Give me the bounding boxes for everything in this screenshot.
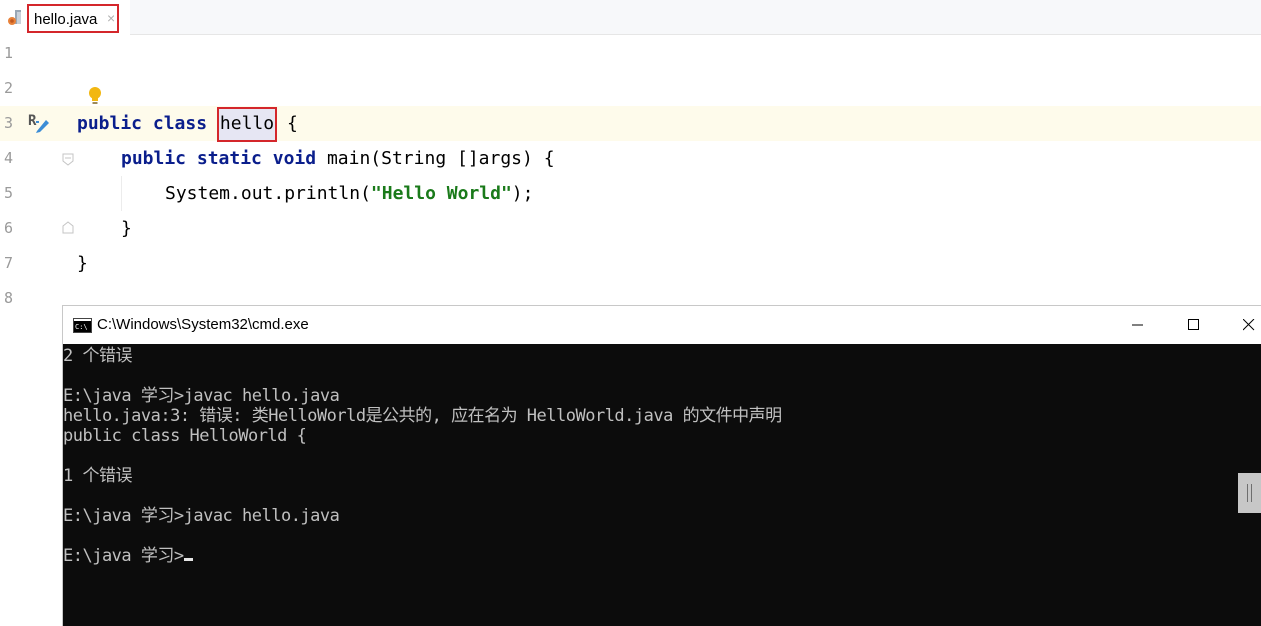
- minimize-icon: [1132, 324, 1143, 326]
- fold-icon[interactable]: [62, 153, 74, 166]
- statement-end: );: [511, 183, 534, 204]
- class-declaration: public class hello {: [77, 106, 298, 142]
- console-prompt: E:\java 学习>: [63, 546, 184, 566]
- code-line-6: 6 }: [0, 211, 1261, 246]
- svg-text:C:\: C:\: [75, 323, 88, 331]
- grip-line: [1251, 484, 1252, 502]
- java-file-icon: [8, 10, 21, 25]
- keyword-void: void: [272, 148, 317, 169]
- keyword-class: class: [152, 113, 208, 134]
- tab-hello-java[interactable]: hello.java ×: [0, 0, 130, 35]
- code-line-7: 7 }: [0, 246, 1261, 281]
- main-method-declaration: public static void main(String []args) {: [121, 141, 555, 176]
- line-number: 1: [4, 44, 14, 62]
- svg-text:R: R: [28, 113, 37, 129]
- line-number: 7: [4, 254, 14, 272]
- editor-tab-bar: hello.java ×: [0, 0, 1261, 35]
- console-line: 2 个错误: [63, 346, 132, 366]
- fold-end-icon[interactable]: [62, 221, 74, 234]
- maximize-button[interactable]: [1171, 306, 1217, 344]
- class-close-brace: }: [77, 253, 88, 274]
- cmd-icon: C:\: [73, 318, 92, 333]
- keyword-public: public: [77, 113, 143, 134]
- console-line: hello.java:3: 错误: 类HelloWorld是公共的, 应在名为 …: [63, 406, 782, 426]
- tab-highlight-box: hello.java ×: [27, 4, 119, 33]
- console-output[interactable]: 2 个错误 E:\java 学习>javac hello.java hello.…: [63, 344, 1261, 626]
- close-button[interactable]: [1226, 306, 1261, 344]
- console-line: public class HelloWorld {: [63, 426, 307, 446]
- scrollbar-thumb[interactable]: [1238, 473, 1261, 513]
- string-literal: "Hello World": [370, 183, 512, 204]
- class-name-highlight[interactable]: hello: [216, 107, 278, 142]
- line-number: 6: [4, 219, 14, 237]
- close-icon: [1243, 319, 1255, 331]
- line-number: 4: [4, 149, 14, 167]
- code-line-4: 4 public static void main(String []args)…: [0, 141, 1261, 176]
- code-line-3: 3 R public class hello {: [0, 106, 1261, 142]
- keyword-static: static: [196, 148, 262, 169]
- open-brace: {: [286, 113, 298, 134]
- implemented-icon[interactable]: R: [27, 112, 51, 134]
- line-number: 8: [4, 289, 14, 307]
- tab-label: hello.java: [34, 11, 98, 28]
- println-statement: System.out.println("Hello World");: [165, 176, 533, 211]
- console-line: E:\java 学习>javac hello.java: [63, 506, 340, 526]
- text-cursor: [183, 558, 193, 561]
- method-close-brace: }: [121, 218, 132, 239]
- println-call: System.out.println(: [165, 183, 371, 204]
- grip-line: [1247, 484, 1248, 502]
- lightbulb-icon[interactable]: [87, 86, 103, 106]
- code-line-1: 1: [0, 36, 1261, 71]
- console-line: 1 个错误: [63, 466, 132, 486]
- console-prompt-line[interactable]: E:\java 学习>: [63, 546, 193, 566]
- maximize-icon: [1188, 319, 1199, 330]
- cmd-title-bar[interactable]: C:\ C:\Windows\System32\cmd.exe: [63, 306, 1261, 344]
- console-line: E:\java 学习>javac hello.java: [63, 386, 340, 406]
- cmd-title: C:\Windows\System32\cmd.exe: [97, 316, 309, 333]
- method-signature: main(String []args) {: [326, 148, 555, 169]
- line-number: 3: [4, 114, 14, 132]
- cmd-window[interactable]: C:\ C:\Windows\System32\cmd.exe 2 个错误 E:…: [62, 305, 1261, 626]
- code-line-2: 2: [0, 71, 1261, 106]
- line-number: 2: [4, 79, 14, 97]
- line-number: 5: [4, 184, 14, 202]
- code-line-5: 5 System.out.println("Hello World");: [0, 176, 1261, 211]
- minimize-button[interactable]: [1115, 306, 1161, 344]
- keyword-public: public: [121, 148, 187, 169]
- tab-close-icon[interactable]: ×: [107, 10, 115, 26]
